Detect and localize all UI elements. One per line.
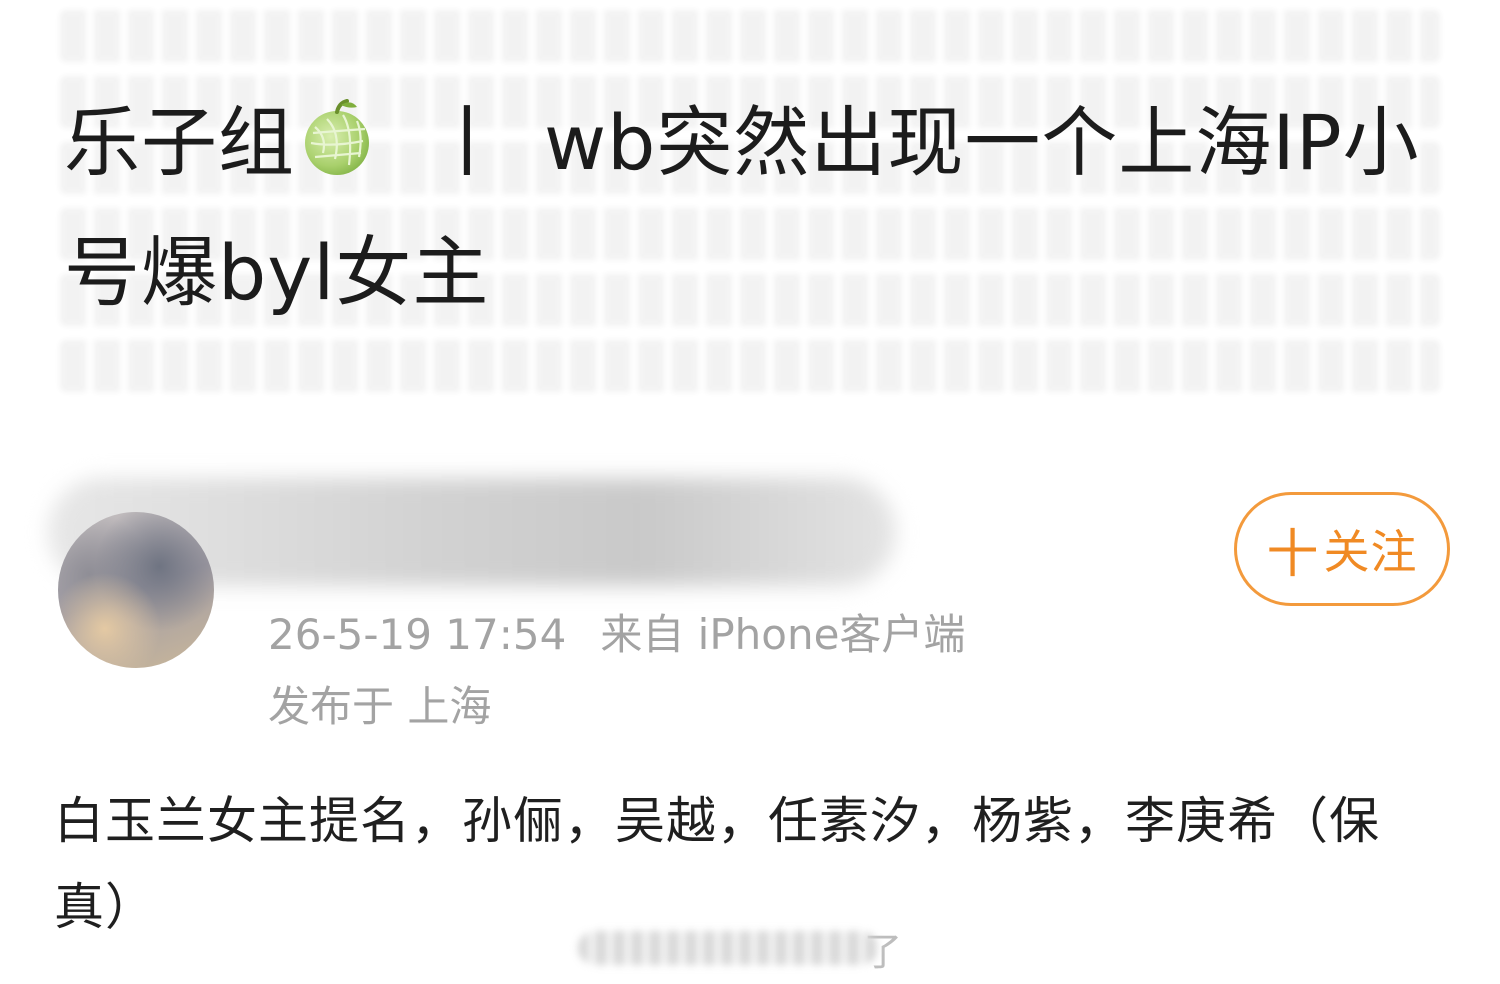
melon-icon: [297, 86, 377, 175]
post-meta: 26-5-19 17:54 来自 iPhone客户端: [268, 606, 965, 664]
post-source: 来自 iPhone客户端: [600, 610, 966, 659]
plus-icon: 十: [1266, 524, 1320, 585]
title-prefix: 乐子组: [64, 98, 295, 187]
post-location: 发布于 上海: [268, 682, 492, 731]
follow-label: 关注: [1323, 525, 1418, 579]
follow-button[interactable]: 十 关注: [1234, 492, 1450, 606]
watermark-redacted: [578, 931, 878, 965]
avatar[interactable]: [58, 512, 214, 668]
watermark: 了: [578, 922, 918, 974]
title-separator: 丨: [429, 98, 506, 187]
post-title: 乐子组 丨 wb突然出现一个上海IP小号爆byl女主: [64, 78, 1454, 338]
post-timestamp: 26-5-19 17:54: [268, 610, 567, 659]
